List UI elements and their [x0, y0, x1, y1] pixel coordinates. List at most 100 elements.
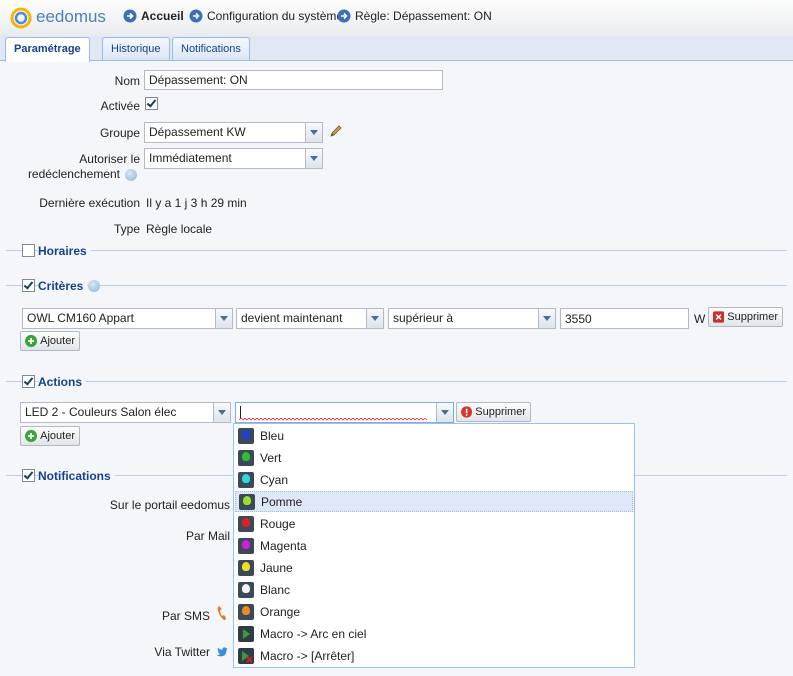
portail-label: Sur le portail eedomus [109, 498, 230, 512]
dropdown-option-magenta[interactable]: Magenta [235, 535, 633, 556]
critere-delete-button[interactable]: Supprimer [708, 307, 783, 327]
chevron-down-icon[interactable] [366, 309, 383, 328]
critere-add-label: Ajouter [40, 335, 75, 347]
option-label: Jaune [260, 560, 293, 575]
groupe-label: Groupe [99, 126, 140, 140]
critere-device-select[interactable]: OWL CM160 Appart [22, 308, 233, 329]
activee-checkbox[interactable] [145, 97, 158, 110]
bulb-icon [238, 581, 254, 598]
macro-play-icon [238, 625, 254, 642]
bulb-color [242, 561, 250, 571]
criteres-title: Critères [38, 279, 88, 293]
warning-stop-icon [461, 406, 473, 418]
action-device-select[interactable]: LED 2 - Couleurs Salon élec [20, 402, 231, 423]
delete-x-icon [713, 311, 725, 323]
criteres-checkbox[interactable] [22, 279, 35, 292]
option-label: Magenta [260, 538, 307, 553]
critere-unit: W [694, 312, 706, 326]
bulb-icon [238, 603, 254, 620]
action-delete-button[interactable]: Supprimer [456, 402, 531, 422]
bulb-color [242, 517, 250, 527]
help-icon[interactable] [88, 280, 100, 292]
nom-label: Nom [114, 74, 140, 88]
chevron-down-icon[interactable] [305, 123, 322, 142]
pencil-icon[interactable] [328, 123, 344, 139]
action-delete-label: Supprimer [475, 406, 526, 418]
horaires-checkbox[interactable] [22, 244, 35, 257]
option-label: Vert [260, 450, 282, 465]
derniere-execution-label: Dernière exécution [39, 196, 140, 210]
option-label: Orange [260, 604, 301, 619]
action-value-select[interactable] [235, 402, 454, 423]
option-label: Bleu [260, 428, 285, 443]
derniere-execution-value: Il y a 1 j 3 h 29 min [146, 196, 247, 210]
bulb-color [243, 495, 251, 505]
dropdown-option-orange[interactable]: Orange [235, 601, 633, 622]
bulb-color [242, 451, 250, 461]
dropdown-option-rouge[interactable]: Rouge [235, 513, 633, 534]
option-label: Blanc [260, 582, 291, 597]
chevron-down-icon[interactable] [436, 403, 453, 422]
option-label: Cyan [260, 472, 289, 487]
nom-input[interactable] [144, 70, 443, 90]
arrow-circle-icon [189, 9, 203, 23]
actions-checkbox[interactable] [22, 375, 35, 388]
dropdown-option-macro-arc-en-ciel[interactable]: Macro -> Arc en ciel [235, 623, 633, 644]
mail-label: Par Mail [185, 529, 230, 543]
critere-device-value: OWL CM160 Appart [27, 311, 134, 325]
bulb-icon [238, 515, 254, 532]
action-add-button[interactable]: Ajouter [20, 426, 80, 446]
autoriser-value: Immédiatement [149, 151, 232, 165]
dropdown-option-jaune[interactable]: Jaune [235, 557, 633, 578]
bulb-color [242, 473, 250, 483]
dropdown-option-vert[interactable]: Vert [235, 447, 633, 468]
breadcrumb-regle[interactable]: Règle: Dépassement: ON [337, 9, 492, 23]
activee-label: Activée [100, 99, 140, 113]
chevron-down-icon[interactable] [538, 309, 555, 328]
breadcrumb-accueil[interactable]: Accueil [123, 9, 184, 23]
autoriser-select[interactable]: Immédiatement [144, 148, 323, 169]
dropdown-option-macro-arreter[interactable]: Macro -> [Arrêter] [235, 645, 633, 666]
option-label: Pomme [261, 494, 303, 509]
spellcheck-underline [239, 418, 428, 421]
critere-delete-label: Supprimer [727, 311, 778, 323]
dropdown-option-cyan[interactable]: Cyan [235, 469, 633, 490]
top-bar: eedomus Accueil Configuration du système… [0, 0, 793, 37]
groupe-select[interactable]: Dépassement KW [144, 122, 323, 143]
option-label: Macro -> [Arrêter] [260, 648, 355, 663]
actions-divider [6, 381, 787, 382]
dropdown-option-bleu[interactable]: Bleu [235, 425, 633, 446]
notifications-checkbox[interactable] [22, 469, 35, 482]
arrow-circle-icon [337, 9, 351, 23]
type-label: Type [113, 222, 140, 236]
tab-notifications[interactable]: Notifications [172, 37, 250, 60]
breadcrumb-configuration[interactable]: Configuration du système [189, 9, 343, 23]
bulb-color [242, 583, 250, 593]
option-label: Rouge [260, 516, 296, 531]
chevron-down-icon[interactable] [213, 403, 230, 422]
notifications-title: Notifications [38, 469, 115, 483]
tab-parametrage[interactable]: Paramétrage [5, 37, 90, 62]
bulb-color [242, 539, 250, 549]
tab-historique[interactable]: Historique [102, 37, 170, 60]
groupe-value: Dépassement KW [149, 125, 246, 139]
bulb-icon [238, 471, 254, 488]
sms-label: Par SMS [161, 609, 210, 623]
breadcrumb-label: Accueil [141, 9, 184, 23]
tab-bar: Paramétrage Historique Notifications [0, 36, 793, 62]
option-label: Macro -> Arc en ciel [260, 626, 367, 641]
dropdown-option-pomme[interactable]: Pomme [235, 491, 633, 512]
chevron-down-icon[interactable] [215, 309, 232, 328]
phone-icon [217, 606, 226, 620]
critere-value-input[interactable] [560, 308, 689, 329]
critere-condition-select[interactable]: devient maintenant [236, 308, 384, 329]
autoriser-label-line2: redéclenchement [27, 167, 120, 181]
critere-add-button[interactable]: Ajouter [20, 331, 80, 351]
twitter-label: Via Twitter [154, 645, 210, 659]
bulb-icon [238, 449, 254, 466]
help-icon[interactable] [125, 169, 137, 181]
critere-operator-select[interactable]: supérieur à [388, 308, 556, 329]
dropdown-option-blanc[interactable]: Blanc [235, 579, 633, 600]
chevron-down-icon[interactable] [305, 149, 322, 168]
bulb-icon [238, 559, 254, 576]
